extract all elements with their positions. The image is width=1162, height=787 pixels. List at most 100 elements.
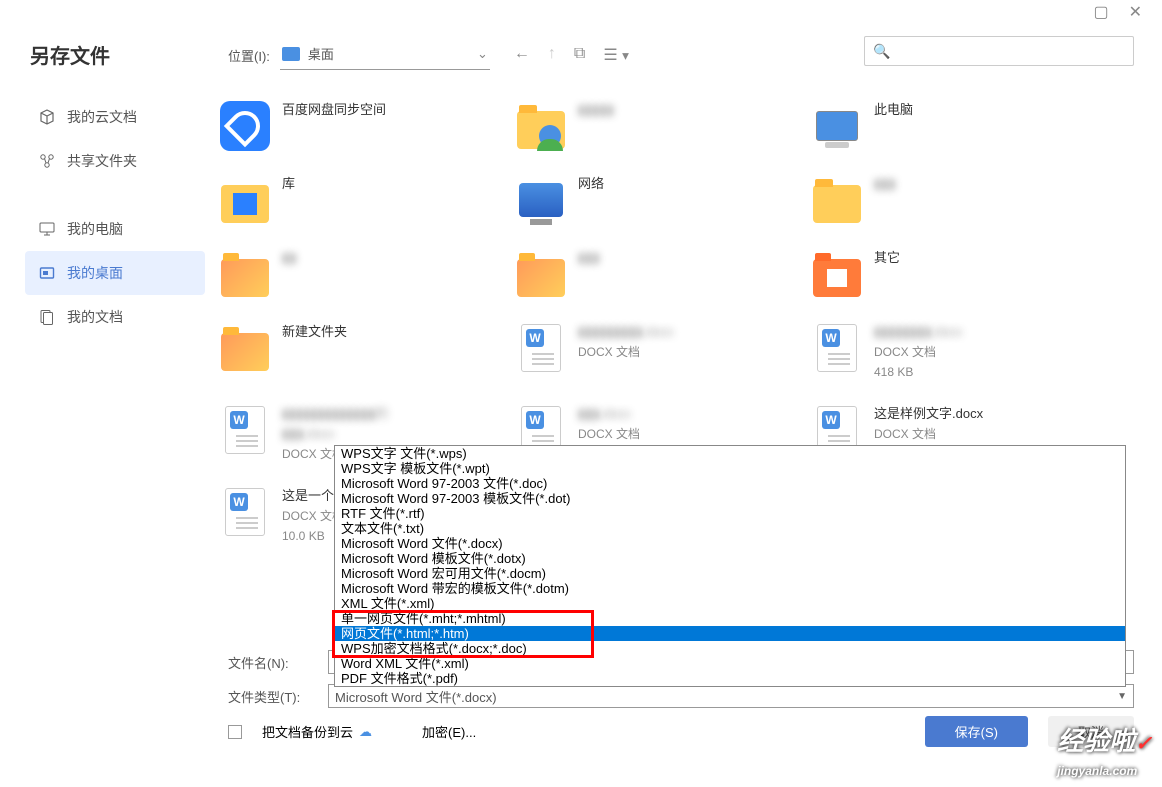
- doc-icon: [39, 309, 55, 325]
- dialog-footer: 把文档备份到云 ☁ 加密(E)... 保存(S) 取消: [228, 716, 1134, 747]
- file-icon: [812, 323, 862, 373]
- file-size: 418 KB: [874, 363, 962, 381]
- sidebar-item-cloud-docs[interactable]: 我的云文档: [25, 95, 205, 139]
- file-name: ▮▮▮▮▮▮▮▮.docx: [874, 323, 962, 341]
- file-name: 网络: [578, 175, 604, 193]
- file-name: ▮▮▮: [578, 249, 599, 267]
- sidebar-item-my-pc[interactable]: 我的电脑: [25, 207, 205, 251]
- sidebar-item-label: 我的桌面: [67, 263, 123, 283]
- file-icon: [220, 249, 270, 299]
- file-name: ▮▮▮▮▮: [578, 101, 614, 119]
- file-icon: [220, 323, 270, 373]
- file-item[interactable]: 百度网盘同步空间: [218, 95, 514, 169]
- file-name: 此电脑: [874, 101, 913, 119]
- dialog-title: 另存文件: [30, 40, 110, 69]
- file-name: 这是样例文字.docx: [874, 405, 983, 423]
- file-name: 新建文件夹: [282, 323, 347, 341]
- location-value: 桌面: [308, 44, 469, 63]
- file-name: 百度网盘同步空间: [282, 101, 386, 119]
- file-type-option[interactable]: WPS加密文档格式(*.docx;*.doc): [335, 641, 1125, 656]
- file-item[interactable]: ▮▮▮▮▮▮▮▮.docx DOCX 文档 418 KB: [810, 317, 1106, 399]
- file-item[interactable]: ▮▮▮: [810, 169, 1106, 243]
- view-icon[interactable]: ☰ ▾: [603, 45, 629, 65]
- share-icon: [39, 153, 55, 169]
- file-type-option[interactable]: 单一网页文件(*.mht;*.mhtml): [335, 611, 1125, 626]
- filetype-label: 文件类型(T):: [228, 687, 318, 706]
- file-item[interactable]: ▮▮▮▮▮▮▮▮▮.docxDOCX 文档: [514, 317, 810, 399]
- back-icon[interactable]: ←: [514, 45, 530, 65]
- chevron-down-icon: ▼: [1117, 691, 1127, 702]
- file-icon: [812, 175, 862, 225]
- location-bar: 位置(I): 桌面 ⌄ ← ↑ ⧉ ☰ ▾: [228, 40, 629, 70]
- file-item[interactable]: ▮▮▮: [514, 243, 810, 317]
- file-name: ▮▮: [282, 249, 296, 267]
- file-meta: DOCX 文档: [874, 343, 962, 361]
- file-item[interactable]: 网络: [514, 169, 810, 243]
- file-type-option[interactable]: Microsoft Word 模板文件(*.dotx): [335, 551, 1125, 566]
- search-field[interactable]: [896, 44, 1125, 59]
- file-icon: [516, 249, 566, 299]
- file-meta: DOCX 文档: [578, 343, 673, 361]
- sidebar-item-my-docs[interactable]: 我的文档: [25, 295, 205, 339]
- file-item[interactable]: ▮▮: [218, 243, 514, 317]
- file-type-option[interactable]: 网页文件(*.html;*.htm): [335, 626, 1125, 641]
- file-type-option[interactable]: XML 文件(*.xml): [335, 596, 1125, 611]
- sidebar-item-shared[interactable]: 共享文件夹: [25, 139, 205, 183]
- file-meta: DOCX 文档: [874, 425, 983, 443]
- cube-icon: [39, 109, 55, 125]
- location-select[interactable]: 桌面 ⌄: [280, 40, 490, 70]
- file-type-option[interactable]: Microsoft Word 带宏的模板文件(*.dotm): [335, 581, 1125, 596]
- file-meta: DOCX 文档: [578, 425, 640, 443]
- file-name: 库: [282, 175, 295, 193]
- file-icon: [516, 175, 566, 225]
- file-type-option[interactable]: PDF 文件格式(*.pdf): [335, 671, 1125, 686]
- cloud-icon: ☁: [359, 724, 372, 740]
- search-icon: 🔍: [873, 43, 890, 60]
- encrypt-link[interactable]: 加密(E)...: [422, 722, 476, 741]
- file-name: 其它: [874, 249, 900, 267]
- file-type-option[interactable]: WPS文字 文件(*.wps): [335, 446, 1125, 461]
- file-item[interactable]: 此电脑: [810, 95, 1106, 169]
- sidebar-item-desktop[interactable]: 我的桌面: [25, 251, 205, 295]
- file-name: ▮▮▮: [874, 175, 895, 193]
- filename-label: 文件名(N):: [228, 653, 318, 672]
- backup-checkbox[interactable]: [228, 725, 242, 739]
- file-type-option[interactable]: Microsoft Word 宏可用文件(*.docm): [335, 566, 1125, 581]
- save-button[interactable]: 保存(S): [925, 716, 1028, 747]
- file-icon: [220, 405, 270, 455]
- file-type-option[interactable]: RTF 文件(*.rtf): [335, 506, 1125, 521]
- filetype-select[interactable]: Microsoft Word 文件(*.docx) ▼: [328, 684, 1134, 708]
- new-folder-icon[interactable]: ⧉: [574, 45, 585, 65]
- file-icon: [220, 175, 270, 225]
- sidebar: 我的云文档 共享文件夹 我的电脑 我的桌面 我的文档: [25, 95, 205, 339]
- file-name: ▮▮▮.docx: [578, 405, 640, 423]
- search-input[interactable]: 🔍: [864, 36, 1134, 66]
- file-type-option[interactable]: Microsoft Word 97-2003 文件(*.doc): [335, 476, 1125, 491]
- file-type-option[interactable]: 文本文件(*.txt): [335, 521, 1125, 536]
- file-item[interactable]: 库: [218, 169, 514, 243]
- file-type-option[interactable]: Word XML 文件(*.xml): [335, 656, 1125, 671]
- window-controls: ▢ ✕: [1073, 0, 1162, 24]
- file-icon: [812, 101, 862, 151]
- close-icon[interactable]: ✕: [1129, 2, 1142, 22]
- monitor-icon: [39, 221, 55, 237]
- file-item[interactable]: 新建文件夹: [218, 317, 514, 399]
- sidebar-item-label: 我的文档: [67, 307, 123, 327]
- sidebar-item-label: 我的云文档: [67, 107, 137, 127]
- file-type-option[interactable]: WPS文字 模板文件(*.wpt): [335, 461, 1125, 476]
- file-icon: [812, 249, 862, 299]
- backup-label: 把文档备份到云: [262, 722, 353, 741]
- file-type-dropdown[interactable]: WPS文字 文件(*.wps)WPS文字 模板文件(*.wpt)Microsof…: [334, 445, 1126, 687]
- maximize-icon[interactable]: ▢: [1093, 2, 1108, 22]
- desktop-icon: [282, 47, 300, 61]
- file-type-option[interactable]: Microsoft Word 97-2003 模板文件(*.dot): [335, 491, 1125, 506]
- file-type-option[interactable]: Microsoft Word 文件(*.docx): [335, 536, 1125, 551]
- file-item[interactable]: ▮▮▮▮▮: [514, 95, 810, 169]
- file-name: ▮▮▮.docx: [282, 425, 388, 443]
- location-label: 位置(I):: [228, 46, 270, 65]
- watermark: 经验啦✓ jingyanla.com: [1057, 721, 1152, 781]
- file-icon: [516, 101, 566, 151]
- file-item[interactable]: 其它: [810, 243, 1106, 317]
- filetype-value: Microsoft Word 文件(*.docx): [335, 687, 497, 706]
- sidebar-item-label: 我的电脑: [67, 219, 123, 239]
